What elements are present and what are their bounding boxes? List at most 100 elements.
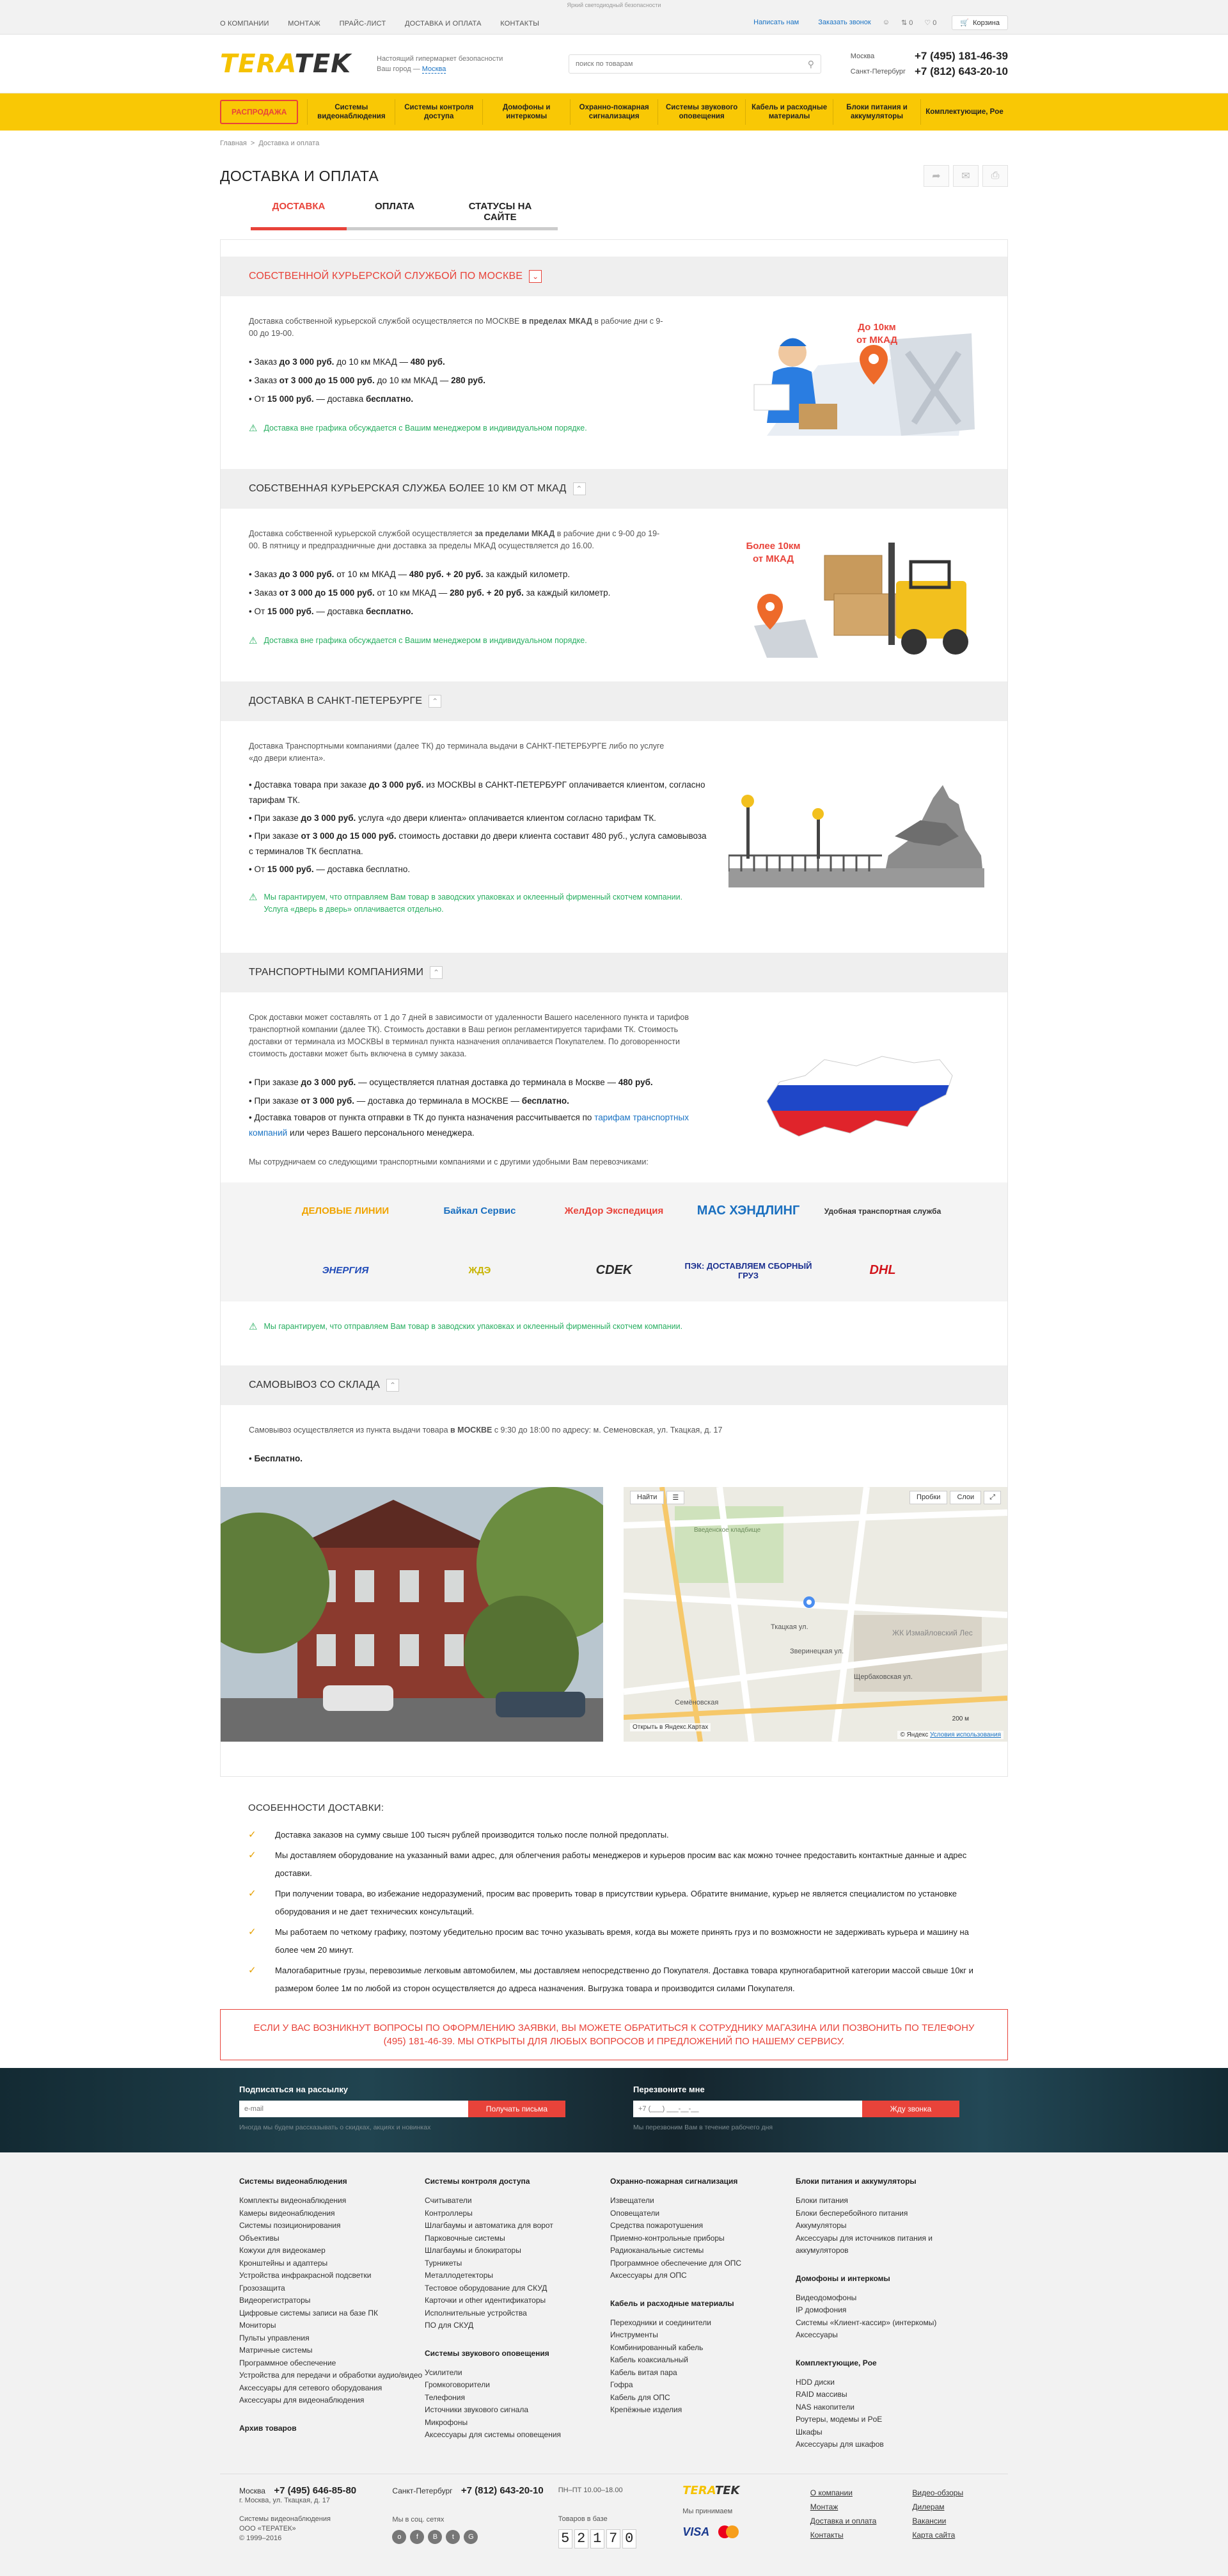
- footer-category-link[interactable]: Программное обеспечение для ОПС: [610, 2257, 796, 2270]
- footer-category-link[interactable]: Программное обеспечение: [239, 2357, 425, 2370]
- section-header-moscow-courier[interactable]: СОБСТВЕННОЙ КУРЬЕРСКОЙ СЛУЖБОЙ ПО МОСКВЕ…: [221, 257, 1007, 296]
- footer-category-link[interactable]: Кожухи для видеокамер: [239, 2245, 425, 2257]
- callback-phone-input[interactable]: [633, 2101, 862, 2117]
- layers-button[interactable]: Слои: [950, 1491, 982, 1504]
- favorite-icon[interactable]: ♡ 0: [924, 19, 936, 27]
- footer-category-link[interactable]: Крепёжные изделия: [610, 2404, 796, 2417]
- category-link[interactable]: Домофоны и интеркомы: [482, 99, 570, 125]
- footer-category-link[interactable]: Системы «Клиент-кассир» (интеркомы): [796, 2317, 981, 2330]
- footer-category-link[interactable]: Аксессуары для шкафов: [796, 2438, 981, 2451]
- map-find-button[interactable]: Найти: [630, 1491, 665, 1504]
- share-icon[interactable]: ➦: [924, 165, 949, 187]
- footer-category-link[interactable]: Гофра: [610, 2379, 796, 2392]
- footer-link[interactable]: Видео-обзоры: [912, 2486, 1008, 2500]
- footer-category-link[interactable]: Кабель коаксиальный: [610, 2354, 796, 2367]
- footer-category-link[interactable]: Считыватели: [425, 2195, 610, 2207]
- footer-link[interactable]: Дилерам: [912, 2500, 1008, 2514]
- footer-category-link[interactable]: Телефония: [425, 2392, 610, 2405]
- footer-phone[interactable]: +7 (812) 643-20-10: [461, 2485, 544, 2496]
- ruler-icon[interactable]: ☰: [666, 1491, 685, 1504]
- pickup-map[interactable]: Ткацкая ул. Щербаковская ул. Семёновская…: [624, 1487, 1007, 1742]
- newsletter-email-input[interactable]: [239, 2101, 468, 2117]
- callback-link[interactable]: Заказать звонок: [818, 19, 870, 26]
- footer-category-link[interactable]: Турникеты: [425, 2257, 610, 2270]
- footer-category-link[interactable]: IP домофония: [796, 2304, 981, 2317]
- chevron-up-icon[interactable]: ⌃: [430, 966, 443, 979]
- footer-category-link[interactable]: Мониторы: [239, 2319, 425, 2332]
- top-nav-link[interactable]: О КОМПАНИИ: [220, 20, 269, 28]
- footer-category-link[interactable]: Контроллеры: [425, 2207, 610, 2220]
- footer-category-link[interactable]: Видеорегистраторы: [239, 2294, 425, 2307]
- footer-category-link[interactable]: Шкафы: [796, 2426, 981, 2439]
- breadcrumb-home[interactable]: Главная: [220, 139, 247, 147]
- category-link[interactable]: Кабель и расходные материалы: [745, 99, 833, 125]
- footer-category-link[interactable]: Тестовое оборудование для СКУД: [425, 2282, 610, 2295]
- category-link[interactable]: Блоки питания и аккумуляторы: [833, 99, 920, 125]
- google-plus-icon[interactable]: G: [464, 2530, 478, 2544]
- chevron-down-icon[interactable]: ⌄: [529, 270, 542, 283]
- top-nav-link[interactable]: ДОСТАВКА И ОПЛАТА: [405, 20, 482, 28]
- category-link[interactable]: Охранно-пожарная сигнализация: [570, 99, 657, 125]
- twitter-icon[interactable]: t: [446, 2530, 460, 2544]
- footer-category-link[interactable]: ПО для СКУД: [425, 2319, 610, 2332]
- footer-category-link[interactable]: Кронштейны и адаптеры: [239, 2257, 425, 2270]
- tab-statuses[interactable]: СТАТУСЫ НА САЙТЕ: [443, 201, 558, 230]
- footer-category-link[interactable]: Аксессуары: [796, 2329, 981, 2342]
- footer-category-link[interactable]: Источники звукового сигнала: [425, 2404, 610, 2417]
- footer-logo[interactable]: TERATEK: [682, 2484, 739, 2497]
- footer-column-title[interactable]: Системы звукового оповещения: [425, 2349, 610, 2358]
- top-nav-link[interactable]: КОНТАКТЫ: [500, 20, 539, 28]
- footer-category-link[interactable]: Блоки питания: [796, 2195, 981, 2207]
- chevron-up-icon[interactable]: ⌃: [386, 1379, 400, 1392]
- footer-category-link[interactable]: Камеры видеонаблюдения: [239, 2207, 425, 2220]
- footer-category-link[interactable]: RAID массивы: [796, 2389, 981, 2401]
- compare-icon[interactable]: ⇅ 0: [901, 19, 913, 27]
- footer-link[interactable]: Карта сайта: [912, 2528, 1008, 2542]
- footer-category-link[interactable]: Приемно-контрольные приборы: [610, 2232, 796, 2245]
- footer-category-link[interactable]: Кабель витая пара: [610, 2367, 796, 2380]
- footer-category-link[interactable]: Радиоканальные системы: [610, 2245, 796, 2257]
- odnoklassniki-icon[interactable]: o: [392, 2530, 407, 2544]
- phone-number[interactable]: +7 (495) 181-46-39: [915, 50, 1008, 63]
- footer-category-link[interactable]: Парковочные системы: [425, 2232, 610, 2245]
- footer-link[interactable]: Доставка и оплата: [810, 2514, 913, 2528]
- write-us-link[interactable]: Написать нам: [753, 19, 799, 26]
- footer-category-link[interactable]: Извещатели: [610, 2195, 796, 2207]
- footer-category-link[interactable]: Шлагбаумы и блокираторы: [425, 2245, 610, 2257]
- footer-column-title[interactable]: Блоки питания и аккумуляторы: [796, 2177, 981, 2186]
- vk-icon[interactable]: B: [428, 2530, 443, 2544]
- section-header-pickup[interactable]: САМОВЫВОЗ СО СКЛАДА ⌃: [221, 1365, 1007, 1405]
- search-icon[interactable]: ⚲: [808, 59, 814, 70]
- footer-column-title[interactable]: Охранно-пожарная сигнализация: [610, 2177, 796, 2186]
- user-icon[interactable]: ☺: [883, 19, 890, 26]
- footer-category-link[interactable]: Инструменты: [610, 2329, 796, 2342]
- footer-column-title[interactable]: Системы видеонаблюдения: [239, 2177, 425, 2186]
- top-nav-link[interactable]: МОНТАЖ: [288, 20, 320, 28]
- section-header-courier-outside[interactable]: СОБСТВЕННАЯ КУРЬЕРСКАЯ СЛУЖБА БОЛЕЕ 10 К…: [221, 469, 1007, 509]
- section-header-spb[interactable]: ДОСТАВКА В САНКТ-ПЕТЕРБУРГЕ ⌃: [221, 681, 1007, 721]
- footer-category-link[interactable]: Аксессуары для сетевого оборудования: [239, 2382, 425, 2395]
- footer-category-link[interactable]: Громкоговорители: [425, 2379, 610, 2392]
- footer-category-link[interactable]: Шлагбаумы и автоматика для ворот: [425, 2220, 610, 2232]
- footer-category-link[interactable]: Кабель для ОПС: [610, 2392, 796, 2405]
- footer-category-link[interactable]: Аксессуары для ОПС: [610, 2270, 796, 2282]
- footer-category-link[interactable]: Цифровые системы записи на базе ПК: [239, 2307, 425, 2320]
- footer-category-link[interactable]: Роутеры, модемы и PoE: [796, 2413, 981, 2426]
- footer-link[interactable]: Контакты: [810, 2528, 913, 2542]
- map-terms-link[interactable]: Условия использования: [930, 1731, 1001, 1738]
- footer-link[interactable]: Монтаж: [810, 2500, 913, 2514]
- tab-payment[interactable]: ОПЛАТА: [347, 201, 443, 230]
- facebook-icon[interactable]: f: [410, 2530, 425, 2544]
- top-nav-link[interactable]: ПРАЙС-ЛИСТ: [340, 20, 386, 28]
- chevron-up-icon[interactable]: ⌃: [429, 695, 442, 708]
- footer-category-link[interactable]: Комбинированный кабель: [610, 2342, 796, 2355]
- footer-category-link[interactable]: Матричные системы: [239, 2344, 425, 2357]
- footer-phone[interactable]: +7 (495) 646-85-80: [274, 2485, 356, 2496]
- footer-category-link[interactable]: Аксессуары для системы оповещения: [425, 2429, 610, 2442]
- footer-link[interactable]: О компании: [810, 2486, 913, 2500]
- footer-category-link[interactable]: Оповещатели: [610, 2207, 796, 2220]
- section-header-transport-companies[interactable]: ТРАНСПОРТНЫМИ КОМПАНИЯМИ ⌃: [221, 953, 1007, 992]
- footer-category-link[interactable]: Исполнительные устройства: [425, 2307, 610, 2320]
- tab-delivery[interactable]: ДОСТАВКА: [251, 201, 347, 230]
- footer-column-title[interactable]: Системы контроля доступа: [425, 2177, 610, 2186]
